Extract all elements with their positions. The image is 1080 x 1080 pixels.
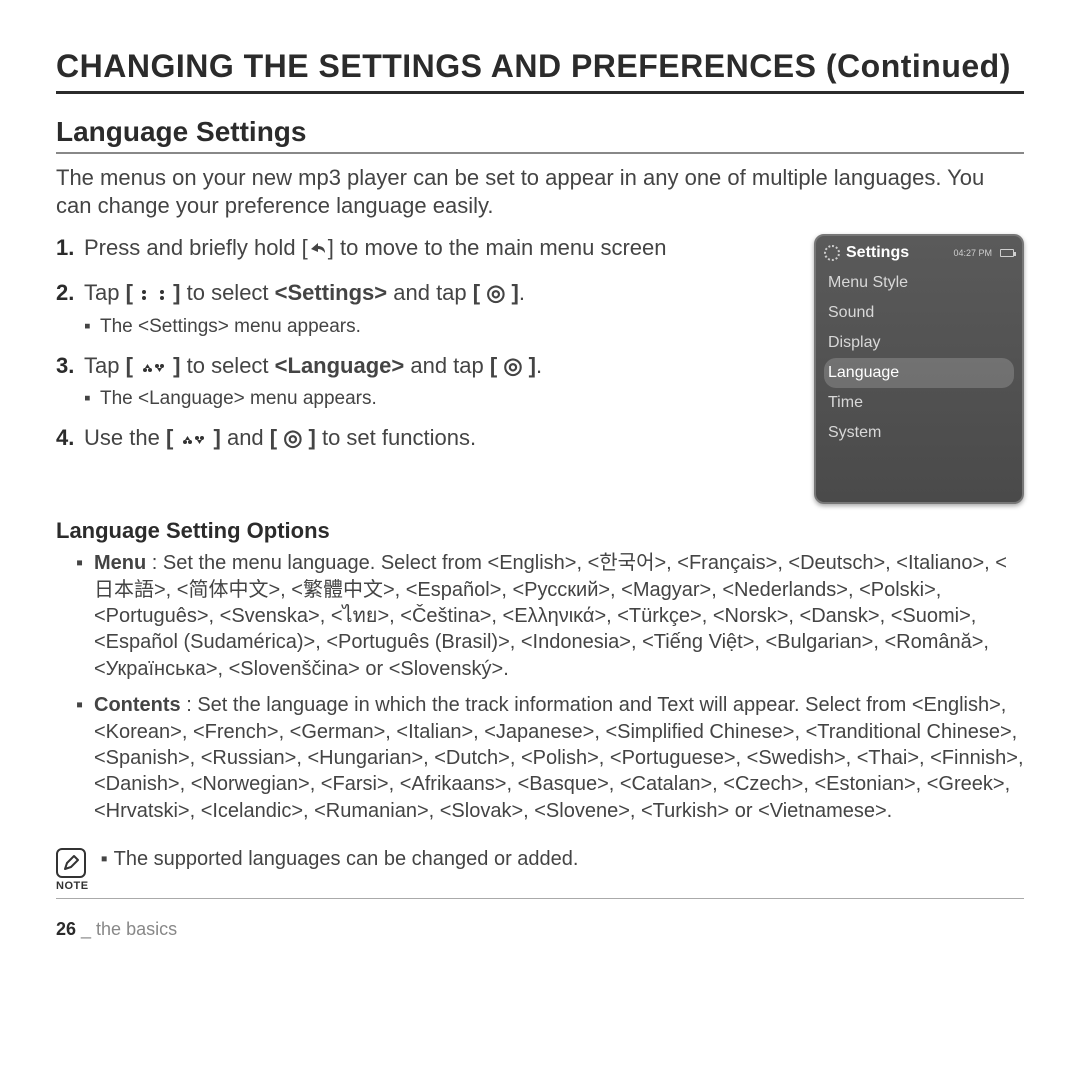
device-item-system: System bbox=[824, 418, 1014, 448]
step-2-body: Tap [ ] to select <Settings> and tap [ ◎… bbox=[84, 279, 796, 308]
main-row: 1. Press and briefly hold [ ] to move to … bbox=[56, 234, 1024, 504]
gear-icon bbox=[824, 245, 840, 261]
step-3-btn: [ ◎ ] bbox=[490, 353, 536, 378]
step-4-body: Use the [ ] and [ ◎ ] to set functions. bbox=[84, 424, 796, 453]
up-down-icon bbox=[179, 432, 207, 448]
bullet-icon: ▪ bbox=[76, 550, 86, 682]
step-3-sub: ▪ The <Language> menu appears. bbox=[84, 388, 796, 410]
step-2-bracket-close: ] bbox=[167, 280, 180, 305]
steps-list: 1. Press and briefly hold [ ] to move to … bbox=[56, 234, 796, 468]
step-1-num: 1. bbox=[56, 234, 84, 263]
note-label: NOTE bbox=[56, 880, 89, 892]
back-icon bbox=[308, 240, 328, 258]
step-4-bracket-close: ] bbox=[207, 425, 220, 450]
footer-section: the basics bbox=[96, 919, 177, 939]
up-down-icon bbox=[139, 360, 167, 376]
bullet-icon: ▪ bbox=[101, 848, 108, 871]
pencil-icon bbox=[62, 854, 80, 872]
step-3-target: <Language> bbox=[275, 353, 405, 378]
device-title: Settings bbox=[846, 244, 909, 262]
device-time: 04:27 PM bbox=[953, 248, 992, 258]
bullet-icon: ▪ bbox=[84, 388, 94, 410]
note-row: NOTE ▪ The supported languages can be ch… bbox=[56, 848, 1024, 899]
step-4-num: 4. bbox=[56, 424, 84, 453]
step-2-sub: ▪ The <Settings> menu appears. bbox=[84, 316, 796, 338]
device-item-display: Display bbox=[824, 328, 1014, 358]
bullet-icon: ▪ bbox=[76, 692, 86, 824]
step-4-text-a: Use the bbox=[84, 425, 166, 450]
step-3-bracket-open: [ bbox=[126, 353, 139, 378]
note-text-body: The supported languages can be changed o… bbox=[114, 848, 579, 871]
options-title: Language Setting Options bbox=[56, 518, 1024, 544]
battery-icon bbox=[1000, 249, 1014, 257]
device-screenshot: Settings 04:27 PM Menu Style Sound Displ… bbox=[814, 234, 1024, 504]
section-title: Language Settings bbox=[56, 116, 1024, 154]
step-2-sub-text: The <Settings> menu appears. bbox=[100, 316, 361, 338]
bullet-icon: ▪ bbox=[84, 316, 94, 338]
option-menu: ▪ Menu : Set the menu language. Select f… bbox=[56, 550, 1024, 682]
step-1-text-b: ] to move to the main menu screen bbox=[328, 235, 667, 260]
device-item-time: Time bbox=[824, 388, 1014, 418]
step-2-num: 2. bbox=[56, 279, 84, 308]
left-right-icon bbox=[139, 287, 167, 303]
step-3-text-a: Tap bbox=[84, 353, 126, 378]
step-3-num: 3. bbox=[56, 352, 84, 381]
step-2-bracket-open: [ bbox=[126, 280, 139, 305]
step-2-btn: [ ◎ ] bbox=[473, 280, 519, 305]
option-contents-lead: Contents bbox=[94, 694, 181, 716]
step-4: 4. Use the [ ] and [ ◎ ] to set function… bbox=[56, 424, 796, 453]
step-4-text-b: and bbox=[221, 425, 270, 450]
intro-text: The menus on your new mp3 player can be … bbox=[56, 164, 1024, 220]
option-contents-text: : Set the language in which the track in… bbox=[94, 694, 1024, 822]
option-menu-body: Menu : Set the menu language. Select fro… bbox=[94, 550, 1024, 682]
step-3-text-b: to select bbox=[181, 353, 275, 378]
step-3-body: Tap [ ] to select <Language> and tap [ ◎… bbox=[84, 352, 796, 381]
note-icon bbox=[56, 848, 86, 878]
step-2-text-a: Tap bbox=[84, 280, 126, 305]
step-4-bracket-open: [ bbox=[166, 425, 179, 450]
option-contents: ▪ Contents : Set the language in which t… bbox=[56, 692, 1024, 824]
step-3: 3. Tap [ ] to select <Language> and tap … bbox=[56, 352, 796, 381]
option-contents-body: Contents : Set the language in which the… bbox=[94, 692, 1024, 824]
device-header: Settings 04:27 PM bbox=[824, 244, 1014, 262]
step-3-sub-text: The <Language> menu appears. bbox=[100, 388, 377, 410]
step-3-bracket-close: ] bbox=[167, 353, 180, 378]
step-1-text-a: Press and briefly hold [ bbox=[84, 235, 308, 260]
step-2-text-d: . bbox=[519, 280, 525, 305]
footer-sep: _ bbox=[76, 919, 96, 939]
page-title: CHANGING THE SETTINGS AND PREFERENCES (C… bbox=[56, 48, 1024, 94]
option-menu-lead: Menu bbox=[94, 552, 146, 574]
step-3-text-d: . bbox=[536, 353, 542, 378]
step-3-text-c: and tap bbox=[404, 353, 490, 378]
step-2: 2. Tap [ ] to select <Settings> and tap … bbox=[56, 279, 796, 308]
device-item-menu-style: Menu Style bbox=[824, 268, 1014, 298]
note-text: ▪ The supported languages can be changed… bbox=[101, 848, 579, 871]
note-icon-wrap: NOTE bbox=[56, 848, 89, 892]
step-4-text-c: to set functions. bbox=[316, 425, 476, 450]
step-2-target: <Settings> bbox=[275, 280, 387, 305]
page-number: 26 bbox=[56, 919, 76, 939]
step-2-text-b: to select bbox=[181, 280, 275, 305]
step-1-body: Press and briefly hold [ ] to move to the… bbox=[84, 234, 796, 263]
device-item-language: Language bbox=[824, 358, 1014, 388]
option-menu-text: : Set the menu language. Select from <En… bbox=[94, 552, 1007, 680]
step-1: 1. Press and briefly hold [ ] to move to … bbox=[56, 234, 796, 263]
step-4-btn: [ ◎ ] bbox=[270, 425, 316, 450]
footer: 26 _ the basics bbox=[56, 919, 1024, 940]
device-item-sound: Sound bbox=[824, 298, 1014, 328]
step-2-text-c: and tap bbox=[387, 280, 473, 305]
